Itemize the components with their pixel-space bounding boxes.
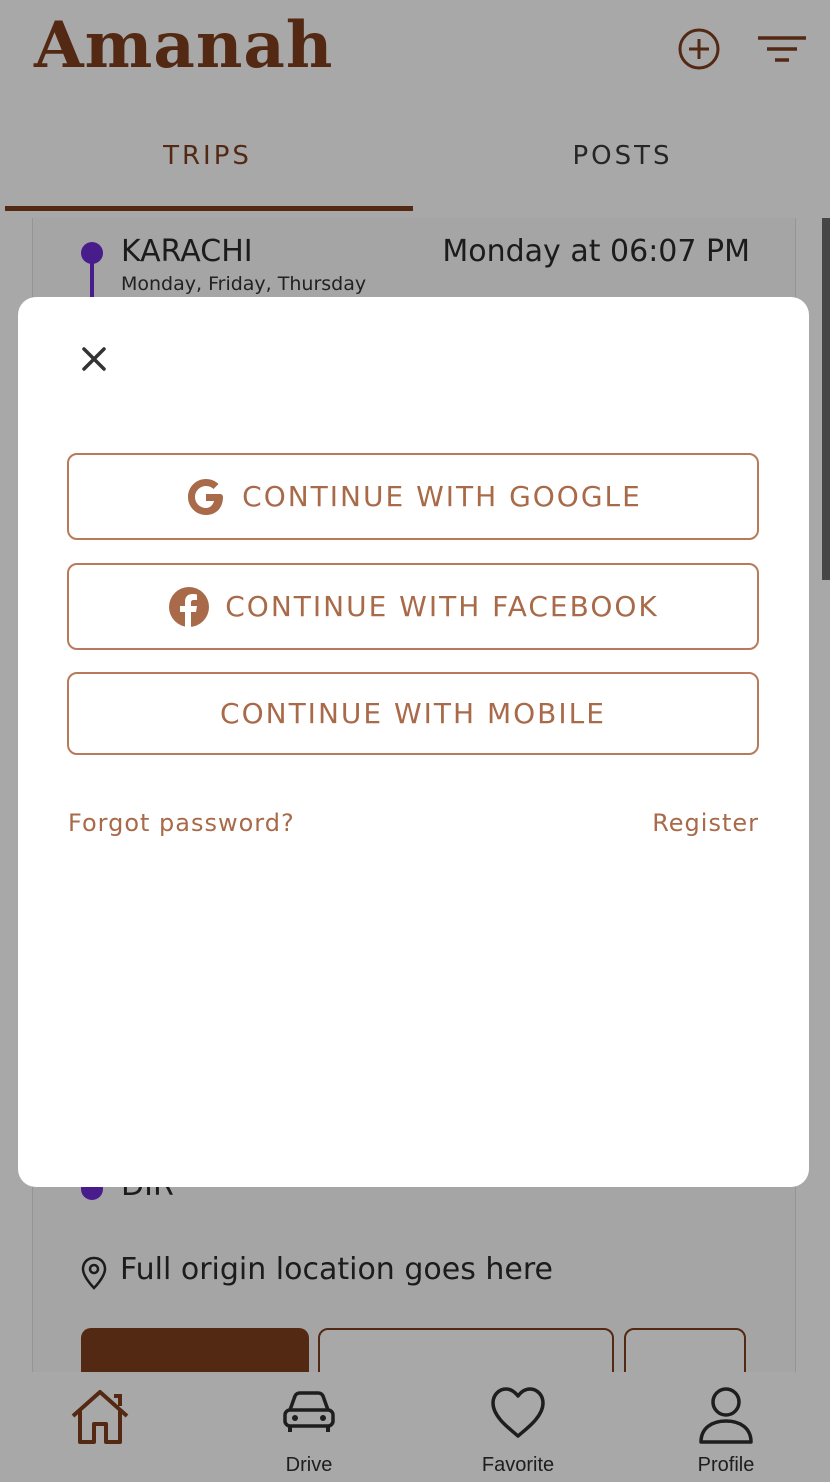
continue-with-mobile-button[interactable]: CONTINUE WITH MOBILE (67, 672, 759, 755)
register-link[interactable]: Register (652, 809, 759, 837)
facebook-icon (169, 586, 210, 627)
forgot-password-link[interactable]: Forgot password? (68, 809, 295, 837)
close-button[interactable] (72, 337, 116, 381)
continue-with-facebook-button[interactable]: CONTINUE WITH FACEBOOK (67, 563, 759, 650)
google-icon (188, 478, 224, 515)
google-button-label: CONTINUE WITH GOOGLE (242, 480, 642, 513)
mobile-button-label: CONTINUE WITH MOBILE (220, 697, 606, 730)
continue-with-google-button[interactable]: CONTINUE WITH GOOGLE (67, 453, 759, 540)
login-modal: CONTINUE WITH GOOGLE CONTINUE WITH FACEB… (18, 297, 809, 1187)
facebook-button-label: CONTINUE WITH FACEBOOK (225, 590, 659, 623)
close-icon (82, 347, 106, 371)
